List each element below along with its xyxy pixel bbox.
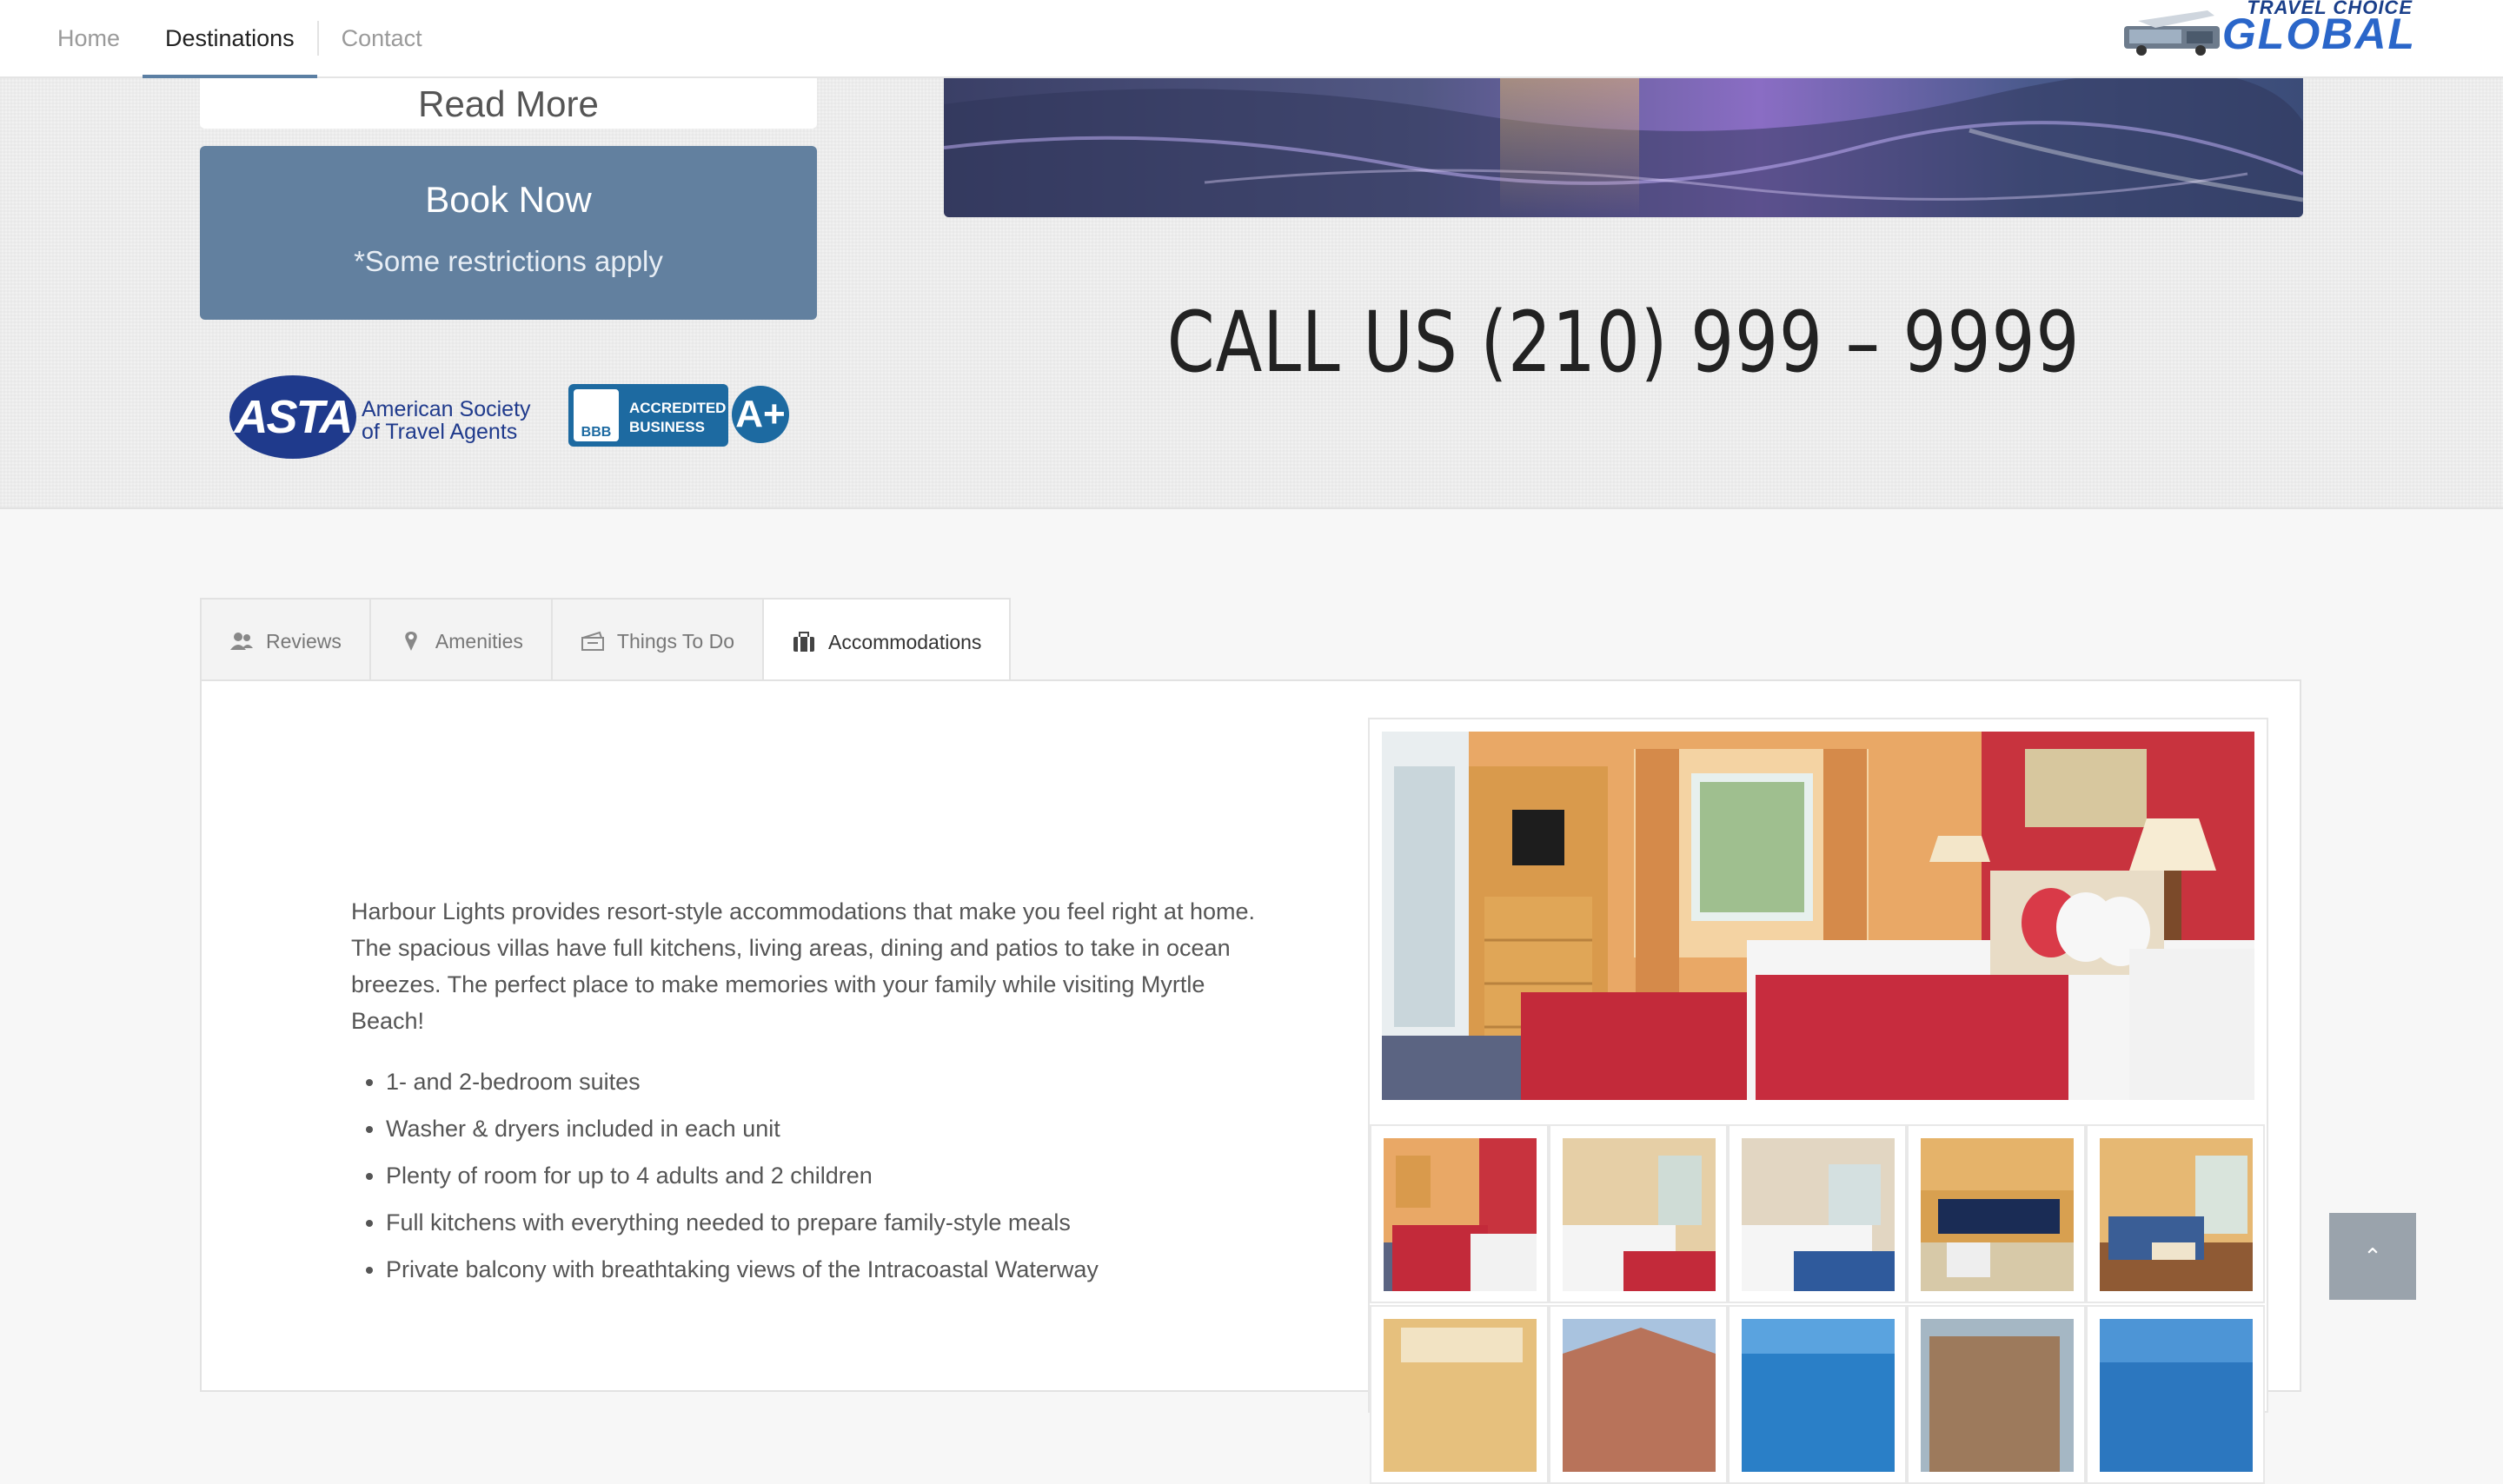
site-logo[interactable]: TRAVEL CHOICE GLOBAL bbox=[2121, 0, 2416, 63]
tab-accommodations[interactable]: Accommodations bbox=[764, 600, 1010, 685]
gallery-thumbnail[interactable] bbox=[1384, 1319, 1537, 1472]
feature-item: Full kitchens with everything needed to … bbox=[386, 1204, 1099, 1251]
bbb-line-2: BUSINESS bbox=[629, 419, 705, 435]
thumbnail-cell bbox=[2086, 1124, 2265, 1303]
tab-reviews[interactable]: Reviews bbox=[202, 600, 371, 683]
bbb-grade: A+ bbox=[732, 386, 789, 443]
read-more-link[interactable]: Read More bbox=[200, 83, 817, 125]
asta-text: American Society of Travel Agents bbox=[362, 398, 531, 443]
thumbnail-cell bbox=[1549, 1124, 1728, 1303]
thumbnail-cell bbox=[1370, 1305, 1549, 1484]
nav-destinations[interactable]: Destinations bbox=[143, 0, 317, 78]
bbb-line-1: ACCREDITED bbox=[629, 400, 727, 416]
scroll-to-top-button[interactable]: ⌃ bbox=[2329, 1213, 2416, 1300]
feature-item: 1- and 2-bedroom suites bbox=[386, 1063, 1099, 1110]
asta-line-1: American Society bbox=[362, 397, 531, 421]
bbb-badge: BBB ACCREDITED BUSINESS A+ bbox=[568, 384, 794, 450]
gallery-thumbnail[interactable] bbox=[1742, 1319, 1895, 1472]
thumbnail-cell bbox=[1728, 1124, 1907, 1303]
tab-reviews-label: Reviews bbox=[266, 629, 342, 653]
book-now-label: Book Now bbox=[425, 179, 592, 220]
site-header: Home Destinations Contact TRAVEL CHOICE … bbox=[0, 0, 2503, 78]
asta-line-2: of Travel Agents bbox=[362, 420, 518, 444]
thumbnail-cell bbox=[1907, 1124, 2086, 1303]
main-nav: Home Destinations Contact bbox=[35, 0, 445, 78]
asta-seal: ASTA bbox=[229, 375, 356, 459]
thumbnail-cell bbox=[1907, 1305, 2086, 1484]
gallery-thumbnail[interactable] bbox=[1563, 1138, 1716, 1291]
thumbnail-cell bbox=[1728, 1305, 1907, 1484]
restrictions-note: *Some restrictions apply bbox=[354, 245, 663, 277]
gallery-main-photo[interactable] bbox=[1382, 732, 2254, 1100]
ticket-icon bbox=[581, 631, 604, 651]
book-now-button[interactable]: Book Now *Some restrictions apply bbox=[200, 146, 817, 320]
feature-item: Washer & dryers included in each unit bbox=[386, 1110, 1099, 1157]
gallery-thumbnail[interactable] bbox=[2100, 1319, 2253, 1472]
feature-item: Plenty of room for up to 4 adults and 2 … bbox=[386, 1157, 1099, 1204]
gallery-thumbnail[interactable] bbox=[1921, 1319, 2074, 1472]
accommodations-description: Harbour Lights provides resort-style acc… bbox=[351, 898, 1255, 1034]
suitcase-icon bbox=[793, 632, 814, 652]
gallery-thumbnail[interactable] bbox=[1384, 1138, 1537, 1291]
thumbnail-cell bbox=[1549, 1305, 1728, 1484]
feature-item: Private balcony with breathtaking views … bbox=[386, 1251, 1099, 1298]
tab-amenities[interactable]: Amenities bbox=[371, 600, 553, 683]
thumbnail-row-1 bbox=[1370, 1124, 2267, 1303]
tab-things-to-do-label: Things To Do bbox=[616, 629, 734, 653]
users-icon bbox=[230, 633, 253, 650]
features-list: 1- and 2-bedroom suites Washer & dryers … bbox=[351, 1063, 1099, 1298]
tab-things-to-do[interactable]: Things To Do bbox=[553, 600, 764, 683]
tab-accommodations-label: Accommodations bbox=[828, 630, 982, 653]
thumbnail-row-2 bbox=[1370, 1305, 2267, 1484]
gallery-thumbnail[interactable] bbox=[1563, 1319, 1716, 1472]
gallery-thumbnail[interactable] bbox=[1921, 1138, 2074, 1291]
nav-home[interactable]: Home bbox=[35, 0, 143, 76]
tab-bar: Reviews Amenities Things To Do Accommoda… bbox=[200, 598, 1012, 685]
nav-contact[interactable]: Contact bbox=[319, 0, 445, 76]
tab-amenities-label: Amenities bbox=[435, 629, 523, 653]
gallery-thumbnail[interactable] bbox=[1742, 1138, 1895, 1291]
map-pin-icon bbox=[405, 632, 417, 651]
thumbnail-cell bbox=[1370, 1124, 1549, 1303]
asta-badge: ASTA American Society of Travel Agents bbox=[229, 374, 551, 460]
gallery-thumbnail[interactable] bbox=[2100, 1138, 2253, 1291]
bbb-box: BBB ACCREDITED BUSINESS bbox=[568, 384, 728, 447]
logo-plane-graphic bbox=[2124, 10, 2220, 56]
call-us-heading: CALL US (210) 999 – 9999 bbox=[1166, 294, 2081, 391]
bbb-torch-icon: BBB bbox=[574, 389, 619, 441]
thumbnail-cell bbox=[2086, 1305, 2265, 1484]
logo-name: GLOBAL bbox=[2221, 10, 2416, 58]
